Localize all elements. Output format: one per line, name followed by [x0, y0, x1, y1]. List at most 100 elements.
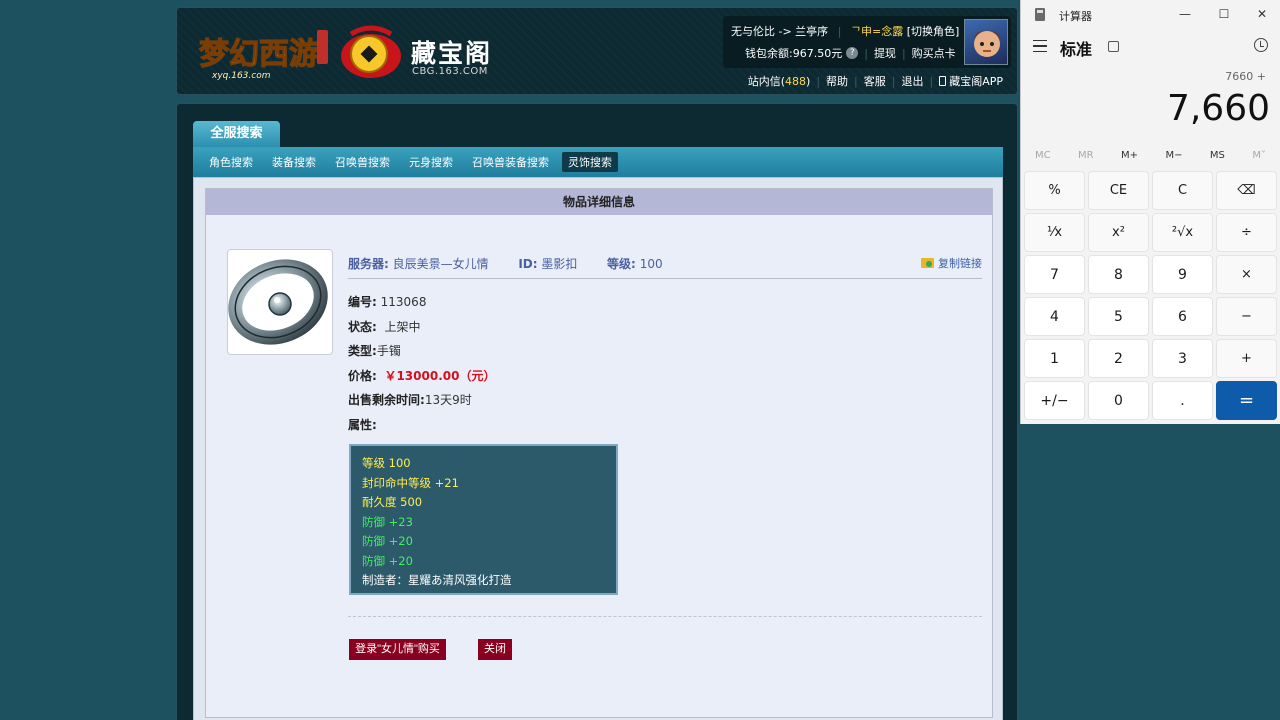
backspace-key[interactable]: ⌫: [1216, 171, 1277, 210]
calc-expression: 7660 +: [1225, 70, 1266, 83]
calculator-window: 计算器 — ☐ ✕ 标准 7660 + 7,660 MC MR M+ M− MS…: [1020, 0, 1280, 424]
buy-card-link[interactable]: 购买点卡: [912, 45, 956, 61]
phone-icon: [939, 76, 947, 86]
user-panel: 无与伦比 -> 兰亭序 | ᄀ申=念露 [切换角色] 钱包余额: 967.50元…: [723, 16, 1011, 68]
switch-role-link[interactable]: [切换角色]: [907, 25, 960, 38]
hamburger-menu-icon[interactable]: [1033, 40, 1047, 52]
key-7[interactable]: 7: [1024, 255, 1085, 294]
tab-lingshi-search[interactable]: 灵饰搜索: [562, 152, 618, 172]
multiply-key[interactable]: ×: [1216, 255, 1277, 294]
history-icon[interactable]: [1254, 38, 1268, 52]
minimize-button[interactable]: —: [1177, 6, 1193, 22]
search-subtabs: 角色搜索 装备搜索 召唤兽搜索 元身搜索 召唤兽装备搜索 灵饰搜索: [193, 147, 1003, 177]
help-icon[interactable]: ?: [846, 47, 859, 59]
id-label: ID:: [518, 257, 538, 271]
avatar[interactable]: [964, 19, 1008, 65]
detail-panel: 物品详细信息 服务器: 良辰美景—女儿情 ID: 墨影扣 等级: 100 复制链…: [193, 177, 1003, 720]
close-button[interactable]: 关闭: [478, 639, 512, 660]
tab-pet-equipment-search[interactable]: 召唤兽装备搜索: [466, 152, 555, 172]
key-8[interactable]: 8: [1088, 255, 1149, 294]
app-link[interactable]: 藏宝阁APP: [949, 73, 1003, 89]
service-link[interactable]: 客服: [864, 73, 886, 89]
subtract-key[interactable]: −: [1216, 297, 1277, 336]
memory-recall-button[interactable]: MR: [1078, 150, 1094, 161]
server-path[interactable]: 无与伦比 -> 兰亭序: [731, 25, 828, 38]
logout-link[interactable]: 退出: [901, 73, 923, 89]
login-buy-button[interactable]: 登录"女儿情"购买: [349, 639, 446, 660]
help-link[interactable]: 帮助: [826, 73, 848, 89]
memory-list-button[interactable]: M˅: [1252, 150, 1266, 161]
attr-defense-3: 防御 +20: [362, 553, 413, 568]
tab-all-server-search[interactable]: 全服搜索: [193, 121, 280, 147]
item-detail-box: 物品详细信息 服务器: 良辰美景—女儿情 ID: 墨影扣 等级: 100 复制链…: [205, 188, 993, 718]
key-1[interactable]: 1: [1024, 339, 1085, 378]
window-close-button[interactable]: ✕: [1254, 6, 1270, 22]
calc-mode-row: 标准: [1033, 36, 1268, 59]
svg-text:xyq.163.com: xyq.163.com: [211, 71, 271, 80]
maximize-button[interactable]: ☐: [1216, 6, 1232, 22]
detail-title: 物品详细信息: [206, 189, 992, 215]
cbg-title: 藏宝阁: [411, 39, 493, 68]
key-3[interactable]: 3: [1152, 339, 1213, 378]
balance-label: 钱包余额:: [745, 47, 793, 60]
tab-role-search[interactable]: 角色搜索: [203, 152, 259, 172]
item-properties: 编号: 113068 状态: 上架中 类型:手镯 价格: ￥13000.00（元…: [348, 290, 495, 438]
attribute-box: 等级 100 封印命中等级 +21 耐久度 500 防御 +23 防御 +20 …: [349, 444, 618, 595]
divide-key[interactable]: ÷: [1216, 213, 1277, 252]
xyq-logo[interactable]: 梦幻西游 xyq.163.com: [197, 24, 329, 81]
equals-key[interactable]: =: [1216, 381, 1277, 420]
memory-store-button[interactable]: MS: [1210, 150, 1225, 161]
memory-row: MC MR M+ M− MS M˅: [1023, 150, 1278, 161]
treasure-coin-icon: [341, 25, 401, 78]
calc-mode-label: 标准: [1060, 40, 1093, 59]
site-header: 梦幻西游 xyq.163.com 藏宝阁 CBG.163.COM 无与伦比 ->…: [176, 7, 1018, 95]
tab-yuanshen-search[interactable]: 元身搜索: [403, 152, 459, 172]
tab-pet-search[interactable]: 召唤兽搜索: [329, 152, 396, 172]
row-type: 类型:手镯: [348, 344, 401, 359]
square-key[interactable]: x²: [1088, 213, 1149, 252]
calc-title: 计算器: [1059, 10, 1092, 23]
messages-link[interactable]: 站内信(488): [748, 73, 811, 89]
negate-key[interactable]: +/−: [1024, 381, 1085, 420]
tab-equipment-search[interactable]: 装备搜索: [266, 152, 322, 172]
bracelet-image: [227, 249, 333, 355]
attr-seal-hit: 封印命中等级 +21: [362, 475, 459, 490]
add-key[interactable]: +: [1216, 339, 1277, 378]
cbg-logo[interactable]: 藏宝阁 CBG.163.COM: [339, 24, 499, 80]
key-0[interactable]: 0: [1088, 381, 1149, 420]
server-label: 服务器:: [348, 257, 389, 271]
keep-on-top-icon[interactable]: [1108, 41, 1119, 52]
clear-key[interactable]: C: [1152, 171, 1213, 210]
memory-subtract-button[interactable]: M−: [1165, 150, 1182, 161]
attr-defense-1: 防御 +23: [362, 514, 413, 529]
attr-durability: 耐久度 500: [362, 495, 423, 509]
copy-link-icon: [921, 258, 934, 268]
memory-add-button[interactable]: M+: [1121, 150, 1138, 161]
balance-value: 967.50元: [792, 47, 843, 60]
key-4[interactable]: 4: [1024, 297, 1085, 336]
withdraw-link[interactable]: 提现: [874, 45, 896, 61]
sqrt-key[interactable]: ²√x: [1152, 213, 1213, 252]
percent-key[interactable]: %: [1024, 171, 1085, 210]
key-9[interactable]: 9: [1152, 255, 1213, 294]
row-remaining-time: 出售剩余时间:13天9时: [348, 393, 472, 408]
calc-titlebar[interactable]: 计算器 — ☐ ✕: [1021, 0, 1280, 28]
attr-maker: 制造者：星耀あ清风强化打造: [362, 573, 512, 587]
top-nav: 站内信(488) | 帮助 | 客服 | 退出 | 藏宝阁APP: [747, 73, 1003, 89]
key-2[interactable]: 2: [1088, 339, 1149, 378]
clear-entry-key[interactable]: CE: [1088, 171, 1149, 210]
memory-clear-button[interactable]: MC: [1035, 150, 1051, 161]
decimal-key[interactable]: .: [1152, 381, 1213, 420]
row-price: 价格: ￥13000.00（元）: [348, 368, 496, 383]
attr-level: 等级 100: [362, 456, 411, 470]
row-status: 状态: 上架中: [348, 319, 421, 334]
calc-keypad: % CE C ⌫ ¹⁄x x² ²√x ÷ 7 8 9 × 4 5 6 − 1 …: [1024, 171, 1279, 420]
svg-text:梦幻西游: 梦幻西游: [199, 37, 319, 72]
calculator-app-icon: [1035, 8, 1045, 21]
character-name: ᄀ申=念露: [850, 25, 904, 38]
reciprocal-key[interactable]: ¹⁄x: [1024, 213, 1085, 252]
key-6[interactable]: 6: [1152, 297, 1213, 336]
cbg-url: CBG.163.COM: [412, 66, 488, 77]
key-5[interactable]: 5: [1088, 297, 1149, 336]
copy-link-button[interactable]: 复制链接: [921, 255, 982, 271]
